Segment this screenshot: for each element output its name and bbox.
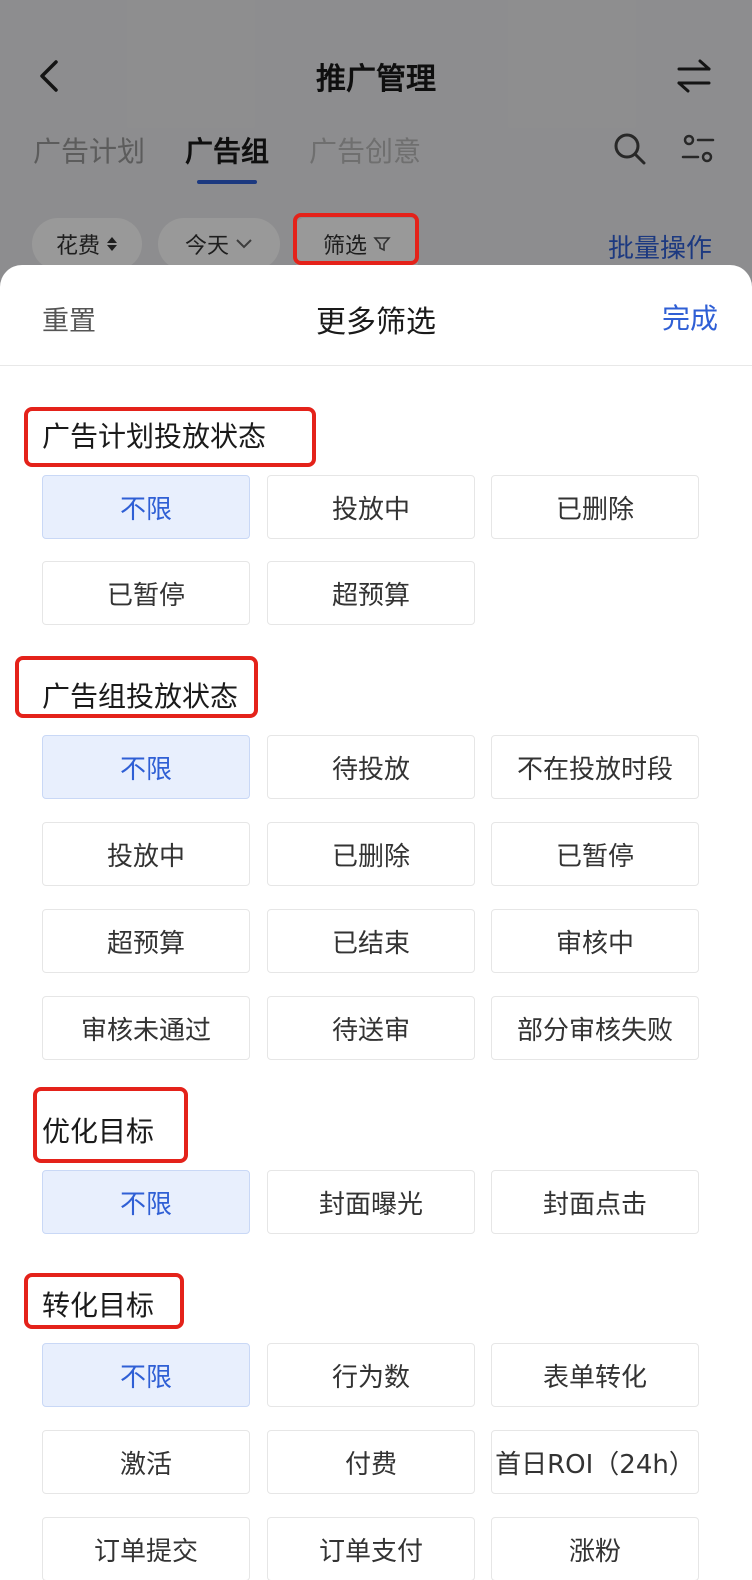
option-pending-delivery[interactable]: 待投放 (267, 735, 475, 799)
option-order-submit[interactable]: 订单提交 (42, 1517, 250, 1580)
option-action-count[interactable]: 行为数 (267, 1343, 475, 1407)
option-unlimited[interactable]: 不限 (42, 475, 250, 539)
option-unlimited[interactable]: 不限 (42, 1343, 250, 1407)
annotation-box (24, 407, 316, 467)
annotation-box-filter (293, 213, 419, 265)
option-payment[interactable]: 付费 (267, 1430, 475, 1494)
option-cover-impression[interactable]: 封面曝光 (267, 1170, 475, 1234)
option-over-budget[interactable]: 超预算 (267, 561, 475, 625)
option-ended[interactable]: 已结束 (267, 909, 475, 973)
option-out-of-schedule[interactable]: 不在投放时段 (491, 735, 699, 799)
option-delivering[interactable]: 投放中 (267, 475, 475, 539)
option-paused[interactable]: 已暂停 (491, 822, 699, 886)
option-gain-followers[interactable]: 涨粉 (491, 1517, 699, 1580)
annotation-box (15, 656, 258, 718)
filter-sheet: 重置 更多筛选 完成 广告计划投放状态 不限 投放中 已删除 已暂停 超预算 广… (0, 265, 752, 1580)
sheet-title: 更多筛选 (316, 305, 436, 340)
option-form-conversion[interactable]: 表单转化 (491, 1343, 699, 1407)
option-deleted[interactable]: 已删除 (267, 822, 475, 886)
option-order-paid[interactable]: 订单支付 (267, 1517, 475, 1580)
option-activation[interactable]: 激活 (42, 1430, 250, 1494)
option-partial-review-failed[interactable]: 部分审核失败 (491, 996, 699, 1060)
option-delivering[interactable]: 投放中 (42, 822, 250, 886)
option-pending-submission[interactable]: 待送审 (267, 996, 475, 1060)
annotation-box (24, 1273, 184, 1329)
option-review-rejected[interactable]: 审核未通过 (42, 996, 250, 1060)
option-over-budget[interactable]: 超预算 (42, 909, 250, 973)
option-cover-click[interactable]: 封面点击 (491, 1170, 699, 1234)
option-under-review[interactable]: 审核中 (491, 909, 699, 973)
option-unlimited[interactable]: 不限 (42, 735, 250, 799)
done-button[interactable]: 完成 (662, 297, 718, 337)
option-first-day-roi[interactable]: 首日ROI（24h） (491, 1430, 699, 1494)
option-unlimited[interactable]: 不限 (42, 1170, 250, 1234)
option-deleted[interactable]: 已删除 (491, 475, 699, 539)
sheet-header: 重置 更多筛选 完成 (0, 265, 752, 366)
option-paused[interactable]: 已暂停 (42, 561, 250, 625)
annotation-box (33, 1087, 188, 1163)
